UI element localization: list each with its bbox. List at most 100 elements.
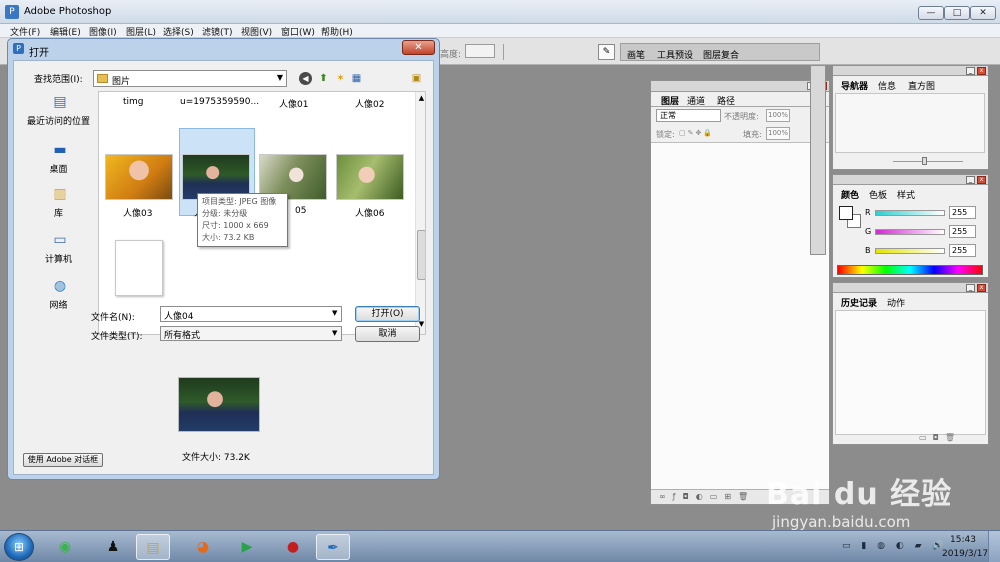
collapsed-panel-strip[interactable] — [810, 65, 826, 255]
chevron-down-icon[interactable]: ▼ — [277, 73, 283, 82]
brush-icon[interactable]: ✎ — [598, 44, 615, 60]
panel-titlebar[interactable]: _ x — [651, 81, 829, 92]
filetype-select[interactable]: 所有格式 — [160, 326, 342, 341]
new-folder-icon[interactable]: ✶ — [334, 72, 347, 85]
cancel-button[interactable]: 取消 — [355, 326, 420, 342]
color-spectrum-bar[interactable] — [837, 265, 983, 275]
chevron-down-icon[interactable]: ▼ — [332, 309, 337, 317]
menu-view[interactable]: 视图(V) — [241, 25, 272, 38]
menu-help[interactable]: 帮助(H) — [321, 25, 353, 38]
vertical-scrollbar[interactable]: ▲ ▼ — [415, 92, 425, 334]
history-footer-icons[interactable]: ▭◘🗑 — [919, 433, 961, 442]
place-computer[interactable]: ▭ 计算机 — [21, 230, 96, 272]
dialog-close-button[interactable]: ✕ — [402, 40, 435, 55]
tab-swatches[interactable]: 色板 — [869, 188, 887, 201]
navigator-preview[interactable] — [835, 93, 985, 153]
menu-edit[interactable]: 编辑(E) — [50, 25, 81, 38]
qq-icon[interactable]: ♟ — [96, 534, 130, 560]
tab-actions[interactable]: 动作 — [887, 296, 905, 309]
menu-select[interactable]: 选择(S) — [163, 25, 194, 38]
well-tab-layer-comps[interactable]: 图层复合 — [703, 48, 739, 61]
panel-minimize-icon[interactable]: _ — [966, 176, 975, 184]
desktop-folder-icon[interactable]: ▣ — [410, 72, 423, 85]
start-orb[interactable]: ⊞ — [4, 533, 34, 561]
use-adobe-dialog-button[interactable]: 使用 Adobe 对话框 — [23, 453, 103, 467]
panel-close-icon[interactable]: x — [977, 284, 986, 292]
tab-styles[interactable]: 样式 — [897, 188, 915, 201]
red-value[interactable]: 255 — [949, 206, 976, 219]
chevron-down-icon[interactable]: ▼ — [332, 329, 337, 337]
well-tab-brushes[interactable]: 画笔 — [627, 48, 645, 61]
history-list[interactable] — [835, 310, 986, 435]
file-item-label[interactable]: 人像02 — [355, 97, 384, 110]
menu-file[interactable]: 文件(F) — [10, 25, 40, 38]
file-item-label[interactable]: u=1975359590... — [180, 97, 259, 107]
system-tray-icons[interactable]: ▭ ▮ ◍ ◐ ▰ 🔊 — [842, 541, 948, 551]
show-desktop-button[interactable] — [988, 531, 1000, 562]
panel-titlebar[interactable]: _ x — [833, 66, 988, 76]
tab-color[interactable]: 颜色 — [841, 188, 859, 201]
panel-close-icon[interactable]: x — [977, 67, 986, 75]
menu-image[interactable]: 图像(I) — [89, 25, 117, 38]
zoom-slider-track[interactable] — [893, 161, 963, 162]
layers-list[interactable] — [651, 142, 829, 489]
panel-minimize-icon[interactable]: _ — [966, 284, 975, 292]
file-explorer-icon[interactable]: ▤ — [136, 534, 170, 560]
foreground-color-swatch[interactable] — [839, 206, 853, 220]
scroll-up-icon[interactable]: ▲ — [416, 94, 425, 102]
file-thumbnail[interactable] — [336, 154, 404, 200]
open-button[interactable]: 打开(O) — [355, 306, 420, 322]
video-player-icon[interactable]: ▶ — [230, 534, 264, 560]
blend-mode-select[interactable]: 正常 — [656, 109, 721, 122]
file-item-label[interactable]: timg — [123, 97, 144, 107]
360-browser-icon[interactable]: ◉ — [48, 534, 82, 560]
opacity-input[interactable]: 100% — [766, 109, 790, 122]
height-input[interactable] — [465, 44, 495, 58]
blue-slider[interactable] — [875, 248, 945, 254]
views-menu-icon[interactable]: ▦ — [350, 72, 363, 85]
menu-layer[interactable]: 图层(L) — [126, 25, 156, 38]
file-thumbnail[interactable] — [105, 154, 173, 200]
tab-info[interactable]: 信息 — [878, 79, 896, 92]
place-desktop[interactable]: ▬ 桌面 — [21, 140, 96, 182]
tab-histogram[interactable]: 直方图 — [908, 79, 935, 92]
panel-titlebar[interactable]: _ x — [833, 175, 988, 185]
photoshop-icon[interactable]: ✒ — [316, 534, 350, 560]
blank-file-icon[interactable] — [115, 240, 163, 296]
look-in-dropdown[interactable]: 图片 ▼ — [93, 70, 287, 87]
menu-filter[interactable]: 滤镜(T) — [202, 25, 233, 38]
place-libraries[interactable]: ▥ 库 — [21, 184, 96, 226]
minimize-button[interactable]: — — [918, 6, 944, 20]
menu-window[interactable]: 窗口(W) — [281, 25, 315, 38]
panel-titlebar[interactable]: _ x — [833, 283, 988, 293]
file-item-label[interactable]: 05 — [295, 206, 306, 216]
up-folder-icon[interactable]: ⬆ — [317, 72, 330, 85]
well-tab-tool-presets[interactable]: 工具预设 — [657, 48, 693, 61]
back-arrow-icon[interactable]: ◀ — [299, 72, 312, 85]
clock-date[interactable]: 2019/3/17 — [942, 549, 988, 559]
tab-history[interactable]: 历史记录 — [841, 296, 877, 309]
panel-close-icon[interactable]: x — [977, 176, 986, 184]
firefox-icon[interactable]: ◕ — [186, 534, 220, 560]
place-recent[interactable]: ▤ 最近访问的位置 — [21, 92, 96, 134]
tab-navigator[interactable]: 导航器 — [841, 79, 868, 92]
dialog-titlebar[interactable]: P 打开 ✕ — [8, 39, 439, 59]
close-button[interactable]: ✕ — [970, 6, 996, 20]
screen-recorder-icon[interactable]: ● — [276, 534, 310, 560]
place-network[interactable]: ◍ 网络 — [21, 276, 96, 318]
red-slider[interactable] — [875, 210, 945, 216]
scrollbar-thumb[interactable] — [417, 230, 425, 280]
lock-icons[interactable]: ▢✎✥🔒 — [679, 129, 714, 137]
zoom-slider-knob[interactable] — [922, 157, 927, 165]
green-value[interactable]: 255 — [949, 225, 976, 238]
fill-input[interactable]: 100% — [766, 127, 790, 140]
filename-input[interactable]: 人像04 — [160, 306, 342, 322]
file-item-label[interactable]: 人像01 — [279, 97, 308, 110]
panel-minimize-icon[interactable]: _ — [966, 67, 975, 75]
file-item-label[interactable]: 人像03 — [123, 206, 152, 219]
blue-value[interactable]: 255 — [949, 244, 976, 257]
clock-time[interactable]: 15:43 — [950, 535, 976, 545]
green-slider[interactable] — [875, 229, 945, 235]
file-item-label[interactable]: 人像06 — [355, 206, 384, 219]
maximize-button[interactable]: □ — [944, 6, 970, 20]
